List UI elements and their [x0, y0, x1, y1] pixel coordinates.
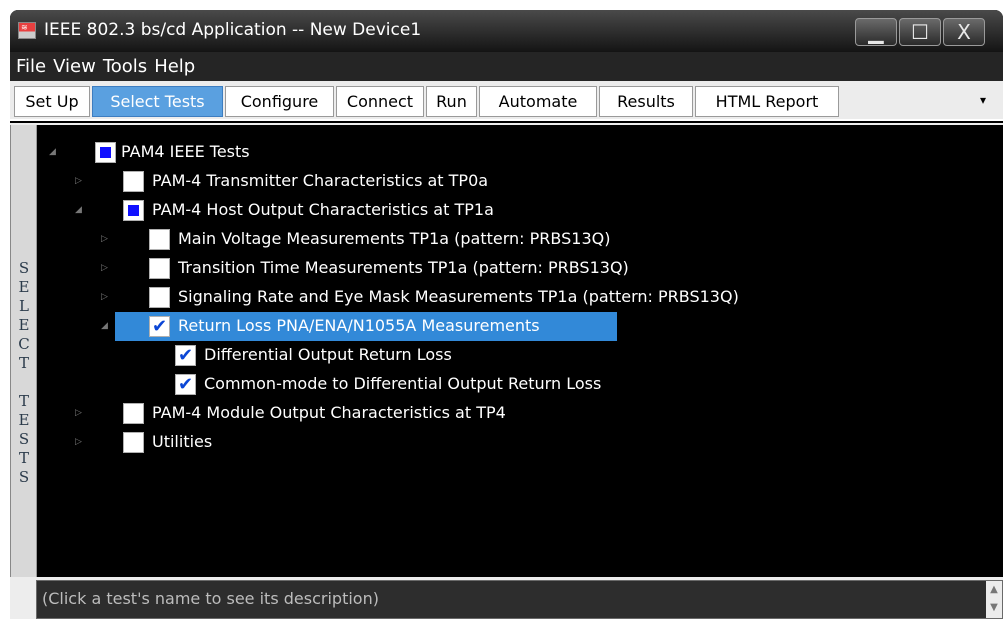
tree-row-pam4-ieee-tests[interactable]: ◢ PAM4 IEEE Tests: [11, 139, 1003, 167]
tab-connect[interactable]: Connect: [336, 86, 424, 117]
title-bar[interactable]: ≋ IEEE 802.3 bs/cd Application -- New De…: [10, 10, 1003, 52]
tree-checkbox[interactable]: [123, 200, 144, 221]
expand-icon[interactable]: ▷: [75, 408, 82, 418]
tab-html-report[interactable]: HTML Report: [695, 86, 839, 117]
scroll-down-icon[interactable]: ▼: [986, 599, 1002, 617]
tab-results[interactable]: Results: [599, 86, 693, 117]
test-description-box[interactable]: (Click a test's name to see its descript…: [36, 580, 1003, 619]
tree-checkbox[interactable]: [149, 258, 170, 279]
tree-item-label[interactable]: PAM4 IEEE Tests: [121, 142, 250, 161]
tree-checkbox[interactable]: [123, 403, 144, 424]
expand-icon[interactable]: ▷: [75, 176, 82, 186]
expand-icon[interactable]: ▷: [101, 292, 108, 302]
tree-item-label[interactable]: Differential Output Return Loss: [204, 345, 452, 364]
menu-bar: File View Tools Help: [10, 52, 1003, 81]
scroll-up-icon[interactable]: ▲: [986, 581, 1002, 599]
menu-view[interactable]: View: [53, 56, 96, 77]
tree-row-signaling-rate[interactable]: ▷ Signaling Rate and Eye Mask Measuremen…: [11, 284, 1003, 312]
menu-help[interactable]: Help: [154, 56, 195, 77]
tree-row-common-mode-return-loss[interactable]: ✔ Common-mode to Differential Output Ret…: [11, 371, 1003, 399]
tree-item-label[interactable]: PAM-4 Transmitter Characteristics at TP0…: [152, 171, 488, 190]
collapse-icon[interactable]: ◢: [101, 321, 108, 331]
expand-icon[interactable]: ▷: [75, 437, 82, 447]
tree-item-label[interactable]: Transition Time Measurements TP1a (patte…: [178, 258, 629, 277]
tree-row-transition-time[interactable]: ▷ Transition Time Measurements TP1a (pat…: [11, 255, 1003, 283]
tree-row-utilities[interactable]: ▷ Utilities: [11, 429, 1003, 457]
tree-checkbox[interactable]: [149, 229, 170, 250]
description-scrollbar[interactable]: ▲ ▼: [986, 581, 1002, 618]
tree-checkbox[interactable]: [123, 432, 144, 453]
tree-row-main-voltage[interactable]: ▷ Main Voltage Measurements TP1a (patter…: [11, 226, 1003, 254]
tree-checkbox[interactable]: [95, 142, 116, 163]
tab-overflow-icon[interactable]: ▾: [980, 93, 986, 107]
test-tree: S E L E C T T E S T S ◢ PAM4 IEEE Tests: [10, 125, 1003, 577]
tab-automate[interactable]: Automate: [479, 86, 597, 117]
tab-run[interactable]: Run: [426, 86, 477, 117]
tab-select-tests[interactable]: Select Tests: [92, 86, 223, 117]
tab-set-up[interactable]: Set Up: [14, 86, 90, 117]
tree-row-transmitter-tp0a[interactable]: ▷ PAM-4 Transmitter Characteristics at T…: [11, 168, 1003, 196]
tree-item-label[interactable]: Utilities: [152, 432, 212, 451]
app-icon: ≋: [18, 22, 36, 39]
description-text: (Click a test's name to see its descript…: [42, 589, 379, 608]
collapse-icon[interactable]: ◢: [75, 205, 82, 215]
window-title: IEEE 802.3 bs/cd Application -- New Devi…: [44, 20, 422, 40]
application-window: ≋ IEEE 802.3 bs/cd Application -- New De…: [10, 10, 1003, 619]
expand-icon[interactable]: ▷: [101, 234, 108, 244]
tree-row-module-output-tp4[interactable]: ▷ PAM-4 Module Output Characteristics at…: [11, 400, 1003, 428]
tree-item-label[interactable]: PAM-4 Module Output Characteristics at T…: [152, 403, 506, 422]
tree-item-label[interactable]: Common-mode to Differential Output Retur…: [204, 374, 601, 393]
side-letter: S: [18, 468, 30, 486]
minimize-button[interactable]: ▁: [855, 18, 897, 46]
tree-row-host-output-tp1a[interactable]: ◢ PAM-4 Host Output Characteristics at T…: [11, 197, 1003, 225]
collapse-icon[interactable]: ◢: [49, 147, 56, 157]
close-button[interactable]: X: [943, 18, 985, 46]
tree-item-label[interactable]: PAM-4 Host Output Characteristics at TP1…: [152, 200, 494, 219]
tab-bar: Set Up Select Tests Configure Connect Ru…: [10, 81, 1003, 121]
tree-item-label[interactable]: Main Voltage Measurements TP1a (pattern:…: [178, 229, 610, 248]
select-tests-panel: S E L E C T T E S T S ◢ PAM4 IEEE Tests: [10, 123, 1003, 619]
tree-checkbox[interactable]: [123, 171, 144, 192]
tree-row-return-loss[interactable]: ◢ ✔ Return Loss PNA/ENA/N1055A Measureme…: [11, 312, 1003, 341]
tree-checkbox[interactable]: ✔: [149, 316, 170, 337]
menu-tools[interactable]: Tools: [103, 56, 147, 77]
expand-icon[interactable]: ▷: [101, 263, 108, 273]
tree-item-label[interactable]: Signaling Rate and Eye Mask Measurements…: [178, 287, 739, 306]
menu-file[interactable]: File: [16, 56, 46, 77]
tree-checkbox[interactable]: [149, 287, 170, 308]
tab-configure[interactable]: Configure: [225, 86, 334, 117]
tree-row-differential-return-loss[interactable]: ✔ Differential Output Return Loss: [11, 342, 1003, 370]
maximize-button[interactable]: ☐: [899, 18, 941, 46]
tree-checkbox[interactable]: ✔: [175, 374, 196, 395]
tree-item-label[interactable]: Return Loss PNA/ENA/N1055A Measurements: [178, 316, 540, 335]
tree-checkbox[interactable]: ✔: [175, 345, 196, 366]
